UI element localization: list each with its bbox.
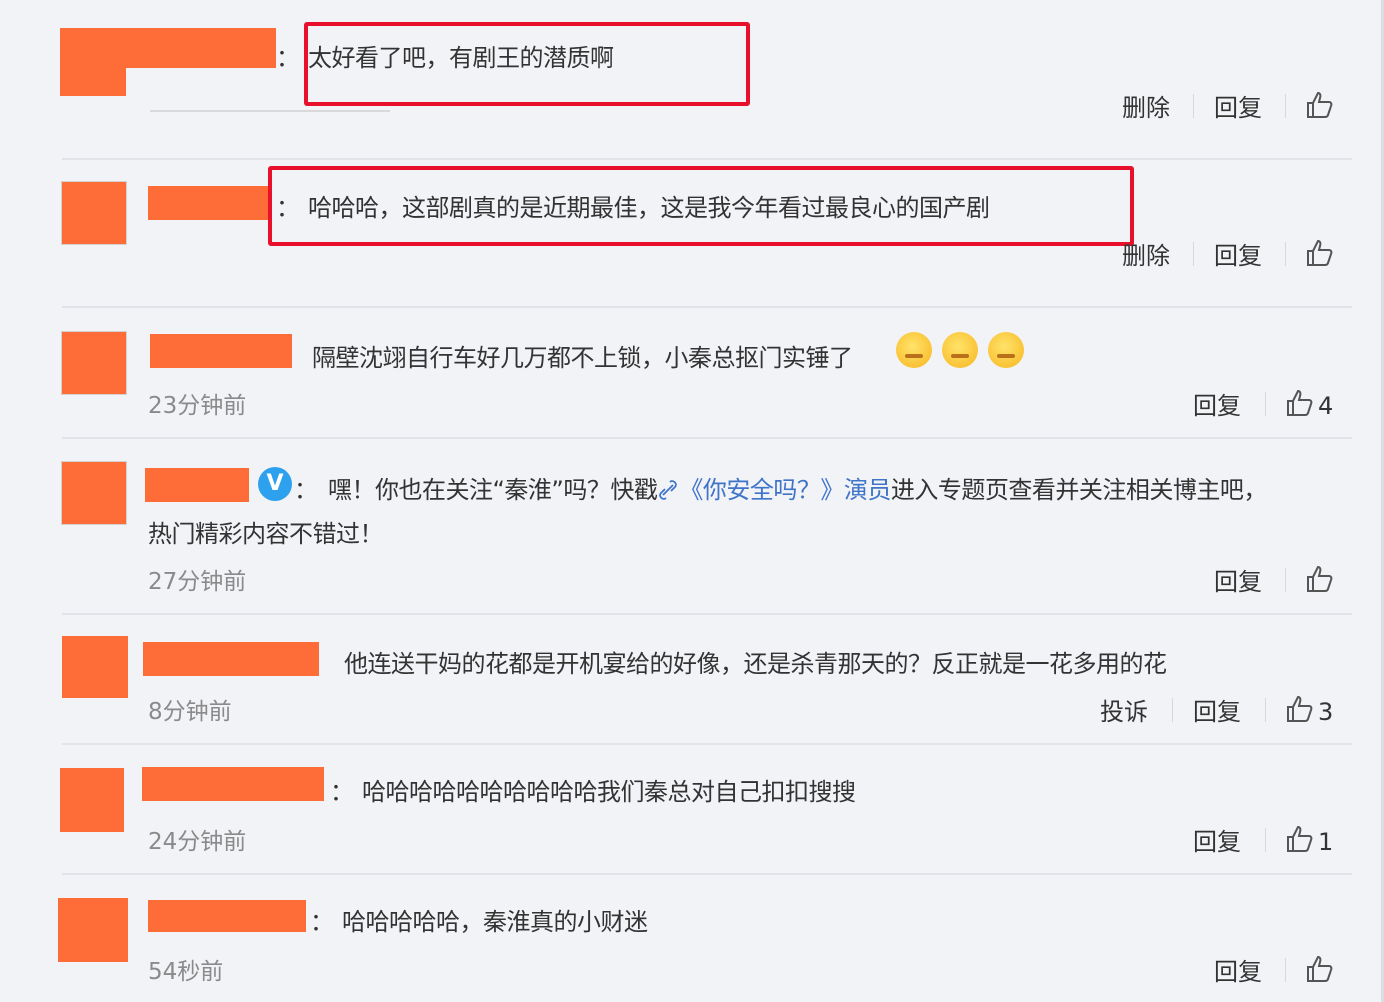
username-redacted[interactable] [120, 28, 276, 68]
comment-text-line2: 热门精彩内容不错过！ [148, 520, 384, 548]
username-redacted[interactable] [150, 334, 292, 368]
timestamp: 24分钟前 [148, 829, 247, 855]
comment-list: ： 太好看了吧，有剧王的潜质啊 删除 回复 ： 哈哈哈，这部剧真的是近期最佳，这… [0, 0, 1384, 1002]
like-count: 4 [1318, 392, 1334, 420]
action-separator [1285, 568, 1286, 592]
username-redacted[interactable] [148, 900, 306, 932]
highlight-box [304, 22, 750, 106]
action-separator [1172, 698, 1173, 722]
username-redacted[interactable] [148, 186, 270, 220]
timestamp: 23分钟前 [148, 393, 247, 419]
divider-faint [150, 110, 390, 112]
colon-separator: ： [276, 44, 300, 72]
action-separator [1285, 94, 1286, 118]
thumb-up-icon[interactable] [1304, 564, 1334, 594]
divider [62, 613, 1352, 615]
divider [62, 873, 1352, 875]
delete-button[interactable]: 删除 [1122, 236, 1170, 271]
action-separator [1265, 392, 1266, 416]
reply-button[interactable]: 回复 [1193, 692, 1241, 727]
colon-separator: ： [294, 476, 318, 504]
divider [62, 158, 1352, 160]
divider [62, 306, 1352, 308]
smirk-emoji-icon [942, 332, 978, 368]
colon-separator: ： [330, 778, 354, 806]
reply-button[interactable]: 回复 [1193, 386, 1241, 421]
action-separator [1265, 828, 1266, 852]
comment-text: 嘿！你也在关注“秦淮”吗？快戳 《你安全吗？》演员进入专题页查看并关注相关博主吧， [328, 470, 1267, 505]
action-separator [1193, 94, 1194, 118]
smirk-emoji-icon [988, 332, 1024, 368]
thumb-up-icon[interactable] [1304, 238, 1334, 268]
thumb-up-icon[interactable] [1284, 388, 1314, 418]
action-separator [1193, 242, 1194, 266]
comment-text: 隔壁沈翊自行车好几万都不上锁，小秦总抠门实锤了 [312, 344, 853, 372]
like-count: 1 [1318, 828, 1334, 856]
avatar[interactable] [58, 898, 128, 962]
action-separator [1285, 242, 1286, 266]
avatar[interactable] [62, 462, 126, 524]
topic-link[interactable]: 《你安全吗？》演员 [679, 476, 891, 504]
thumb-up-icon[interactable] [1304, 90, 1334, 120]
link-icon [659, 480, 678, 500]
smirk-emoji-icon [896, 332, 932, 368]
delete-button[interactable]: 删除 [1122, 88, 1170, 123]
username-redacted[interactable] [143, 642, 319, 676]
action-separator [1265, 698, 1266, 722]
thumb-up-icon[interactable] [1284, 694, 1314, 724]
avatar[interactable] [60, 768, 124, 832]
report-button[interactable]: 投诉 [1100, 692, 1148, 727]
timestamp: 27分钟前 [148, 569, 247, 595]
colon-separator: ： [310, 908, 334, 936]
reply-button[interactable]: 回复 [1214, 562, 1262, 597]
comment-text-tail: 进入专题页查看并关注相关博主吧， [890, 476, 1268, 504]
thumb-up-icon[interactable] [1304, 954, 1334, 984]
avatar[interactable] [62, 332, 126, 394]
comment-text: 哈哈哈哈哈哈哈哈哈哈我们秦总对自己扣扣搜搜 [362, 778, 856, 806]
divider [62, 743, 1352, 745]
timestamp: 54秒前 [148, 959, 224, 985]
comment-text-lead: 嘿！你也在关注“秦淮”吗？快戳 [328, 476, 658, 504]
verified-badge-icon: V [258, 467, 292, 501]
like-count: 3 [1318, 698, 1334, 726]
avatar[interactable] [62, 636, 128, 698]
reply-button[interactable]: 回复 [1214, 88, 1262, 123]
avatar[interactable] [62, 182, 126, 244]
username-redacted[interactable] [142, 767, 324, 801]
comment-text: 哈哈哈哈哈，秦淮真的小财迷 [342, 908, 648, 936]
comment-text: 他连送干妈的花都是开机宴给的好像，还是杀青那天的？反正就是一花多用的花 [344, 650, 1167, 678]
reply-button[interactable]: 回复 [1214, 236, 1262, 271]
thumb-up-icon[interactable] [1284, 824, 1314, 854]
divider [62, 437, 1352, 439]
timestamp: 8分钟前 [148, 699, 232, 725]
username-redacted[interactable] [145, 468, 249, 502]
highlight-box [268, 166, 1134, 246]
avatar[interactable] [60, 28, 126, 96]
action-separator [1285, 958, 1286, 982]
reply-button[interactable]: 回复 [1214, 952, 1262, 987]
reply-button[interactable]: 回复 [1193, 822, 1241, 857]
